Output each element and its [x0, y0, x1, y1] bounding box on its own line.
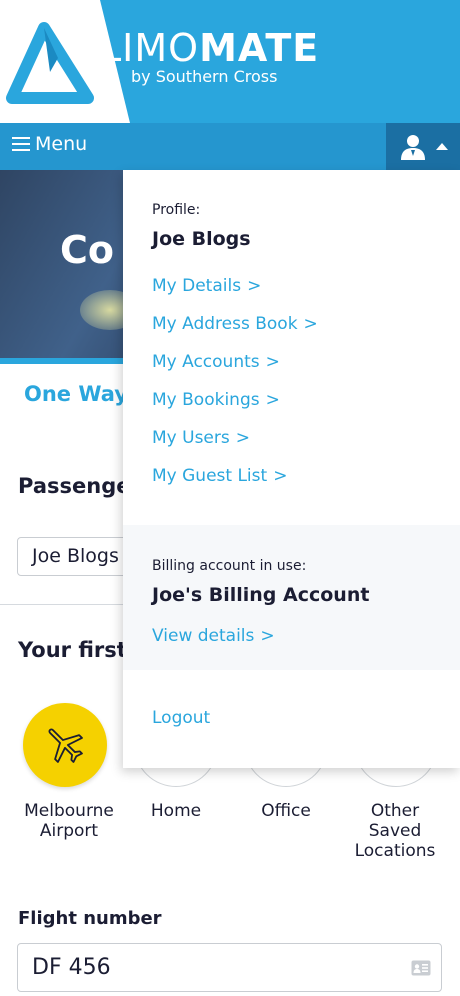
link-my-details[interactable]: My Details > — [152, 276, 261, 296]
link-my-bookings[interactable]: My Bookings > — [152, 390, 280, 410]
profile-heading: Profile: — [152, 202, 201, 218]
billing-heading: Billing account in use: — [152, 558, 307, 574]
billing-section: Billing account in use: Joe's Billing Ac… — [123, 525, 460, 670]
location-label: Office — [261, 801, 311, 821]
link-my-users[interactable]: My Users > — [152, 428, 250, 448]
hero-title: Co — [60, 228, 114, 272]
brand-wordmark: LIMOMATE by Southern Cross — [100, 28, 319, 86]
flight-number-value: DF 456 — [32, 955, 111, 980]
profile-menu-button[interactable] — [386, 123, 460, 170]
profile-dropdown: Profile: Joe Blogs My Details > My Addres… — [123, 170, 460, 768]
logout-link[interactable]: Logout — [152, 708, 210, 728]
flight-number-label: Flight number — [18, 908, 162, 929]
location-circle[interactable] — [23, 703, 107, 787]
first-stop-label: Your first — [18, 638, 127, 662]
chevron-right-icon: > — [273, 466, 288, 486]
brand-name-light: LIMO — [100, 26, 200, 70]
menu-button[interactable]: Menu — [12, 133, 87, 155]
location-label: Home — [150, 801, 202, 821]
profile-section: Profile: Joe Blogs My Details > My Addres… — [123, 170, 460, 525]
caret-up-icon — [436, 143, 448, 150]
location-label: Other Saved Locations — [354, 801, 436, 861]
chevron-right-icon: > — [265, 390, 280, 410]
location-label: Melbourne Airport — [24, 801, 114, 841]
user-icon — [401, 135, 425, 160]
billing-account-name: Joe's Billing Account — [152, 584, 370, 606]
hamburger-icon — [12, 136, 30, 152]
id-card-icon[interactable] — [411, 960, 431, 976]
link-my-address-book[interactable]: My Address Book > — [152, 314, 318, 334]
link-my-accounts[interactable]: My Accounts > — [152, 352, 280, 372]
link-my-guest-list[interactable]: My Guest List > — [152, 466, 287, 486]
flight-number-input[interactable]: DF 456 — [17, 943, 442, 992]
tab-one-way[interactable]: One Way — [24, 382, 128, 406]
chevron-right-icon: > — [303, 314, 318, 334]
app-header: LIMOMATE by Southern Cross — [0, 0, 460, 123]
menu-label: Menu — [35, 133, 88, 155]
profile-name: Joe Blogs — [152, 228, 251, 250]
menu-bar: Menu — [0, 123, 460, 170]
brand-name-bold: MATE — [199, 26, 320, 70]
chevron-right-icon: > — [247, 276, 262, 296]
passenger-label: Passenge — [18, 474, 131, 498]
chevron-right-icon: > — [260, 626, 275, 646]
view-details-link[interactable]: View details > — [152, 626, 275, 646]
chevron-right-icon: > — [265, 352, 280, 372]
chevron-right-icon: > — [235, 428, 250, 448]
airplane-icon — [48, 728, 83, 763]
